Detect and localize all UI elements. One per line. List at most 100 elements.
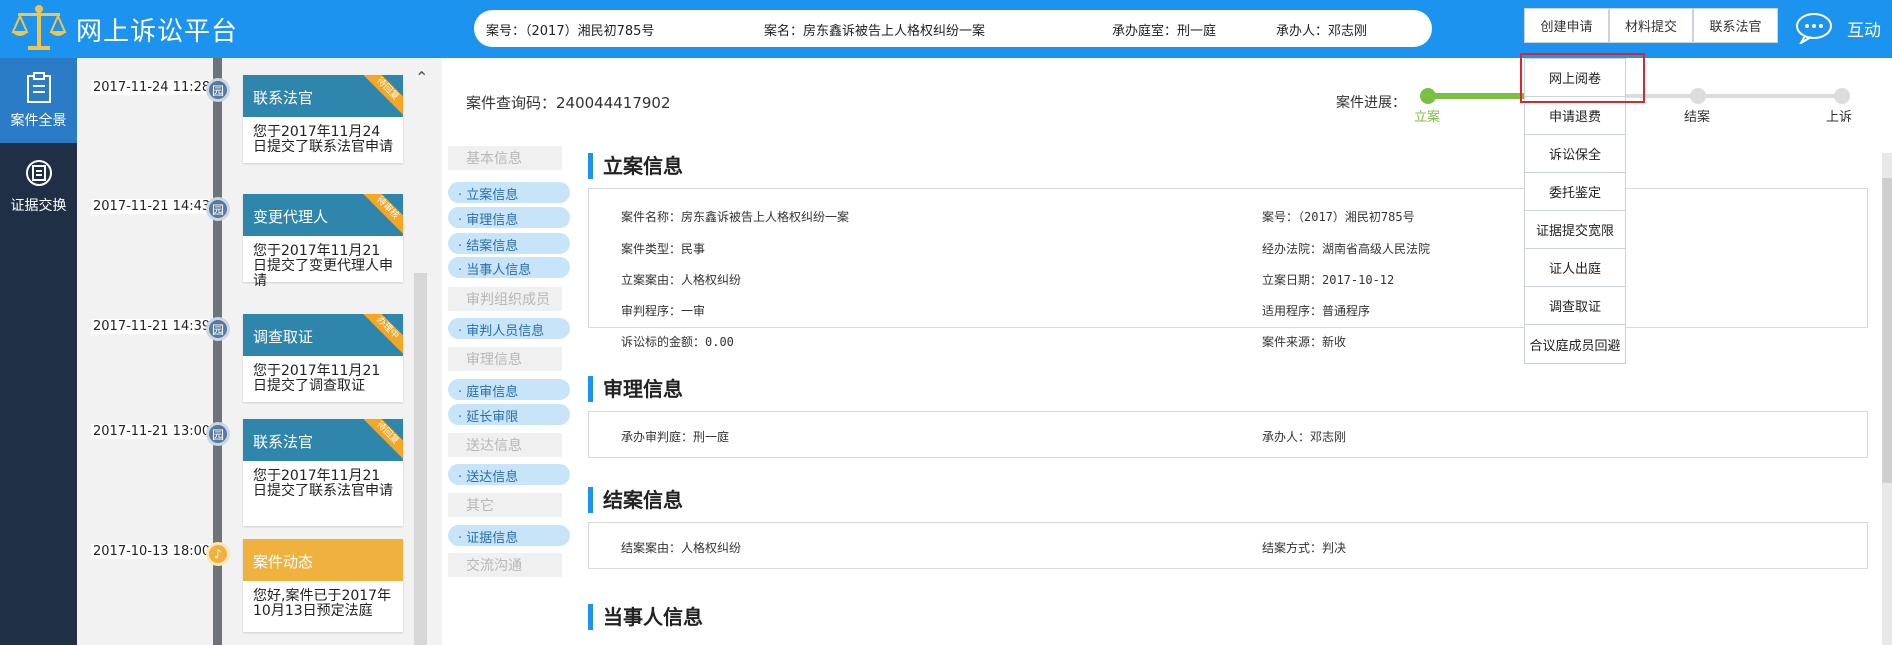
section-link-filing[interactable]: · 立案信息: [448, 182, 570, 203]
timeline-date: 2017-11-24 11:28: [91, 80, 213, 95]
section-title-trial: 审理信息: [588, 376, 683, 402]
status-badge: 待审核: [359, 194, 403, 236]
case-query-code: 案件查询码：240044417902: [466, 94, 671, 112]
timeline-date: 2017-11-21 13:00: [91, 424, 213, 439]
field-trial-handler: 承办人：邓志刚: [1262, 430, 1347, 444]
field-closing-method: 结案方式：判决: [1262, 541, 1347, 555]
timeline-event-card[interactable]: 调查取证 办理中 您于2017年11月21日提交了调查取证: [243, 314, 403, 402]
nav-case-overview[interactable]: 案件全景: [0, 58, 77, 143]
menu-item-entrusted-appraisal[interactable]: 委托鉴定: [1525, 173, 1625, 211]
field-closing-cause: 结案案由：人格权纠纷: [621, 541, 742, 555]
timeline-event-title: 联系法官: [253, 89, 314, 107]
contact-judge-button[interactable]: 联系法官: [1693, 8, 1778, 43]
case-info-bar: 案号：（2017）湘民初785号 案名：房东鑫诉被告上人格权纠纷一案 承办庭室：…: [474, 10, 1432, 47]
section-link-court-hearing[interactable]: · 庭审信息: [448, 379, 570, 400]
clipboard-icon: [26, 71, 51, 103]
progress-step-label: 上诉: [1826, 110, 1853, 125]
section-link-judge-info[interactable]: · 审判人员信息: [448, 318, 570, 339]
interaction-label: 互动: [1847, 20, 1881, 41]
menu-item-evidence-extension[interactable]: 证据提交宽限: [1525, 211, 1625, 249]
case-name: 案名：房东鑫诉被告上人格权纠纷一案: [764, 24, 986, 39]
top-header: 网上诉讼平台 案号：（2017）湘民初785号 案名：房东鑫诉被告上人格权纠纷一…: [0, 0, 1892, 58]
speaker-icon: ♪: [206, 542, 230, 566]
timeline-event-title: 变更代理人: [253, 208, 329, 226]
case-timeline: ⌃ 2017-11-24 11:28 园 联系法官 待回复 您于2017年11月…: [77, 58, 442, 645]
field-trial-procedure: 审判程序：一审: [621, 304, 706, 318]
timeline-node-icon: 园: [206, 197, 230, 221]
create-application-menu: 网上阅卷 申请退费 诉讼保全 委托鉴定 证据提交宽限 证人出庭 调查取证 合议庭…: [1524, 58, 1626, 364]
timeline-event-header: 联系法官 待回复: [243, 75, 403, 117]
timeline-event-title: 案件动态: [253, 553, 314, 571]
section-title-parties: 当事人信息: [588, 604, 703, 630]
status-badge: 待回复: [359, 419, 403, 461]
timeline-event-body: 您于2017年11月21日提交了变更代理人申请: [253, 243, 393, 289]
nav-evidence-exchange-label: 证据交换: [10, 197, 67, 214]
create-application-button[interactable]: 创建申请: [1524, 8, 1609, 43]
section-navigation: 基本信息 · 立案信息 · 审理信息 · 结案信息 · 当事人信息 审判组织成员…: [442, 143, 572, 645]
exchange-icon: [25, 159, 52, 186]
progress-step-label: 结案: [1684, 110, 1711, 125]
timeline-event-card[interactable]: 联系法官 待回复 您于2017年11月24日提交了联系法官申请: [243, 75, 403, 163]
progress-step-label: 立案: [1414, 110, 1441, 125]
field-trial-court-room: 承办审判庭：刑一庭: [621, 430, 730, 444]
timeline-event-body: 您于2017年11月21日提交了调查取证: [253, 363, 381, 394]
timeline-date: 2017-11-21 14:39: [91, 319, 213, 334]
timeline-event-body: 您于2017年11月21日提交了联系法官申请: [253, 468, 393, 499]
status-badge: 办理中: [359, 314, 403, 356]
timeline-event-header: 调查取证 办理中: [243, 314, 403, 356]
field-court: 经办法院：湖南省高级人民法院: [1262, 242, 1431, 256]
progress-step-dot: [1834, 88, 1850, 104]
timeline-event-card[interactable]: 案件动态 您好,案件已于2017年10月13日预定法庭: [243, 539, 403, 632]
section-group-service: 送达信息: [448, 433, 562, 457]
menu-item-panel-recusal[interactable]: 合议庭成员回避: [1525, 325, 1625, 363]
trial-info-box: 承办审判庭：刑一庭 承办人：邓志刚: [588, 411, 1868, 458]
timeline-event-header: 案件动态: [243, 539, 403, 581]
section-link-trial[interactable]: · 审理信息: [448, 207, 570, 228]
timeline-date: 2017-10-13 18:00: [91, 544, 213, 559]
field-case-number: 案号：（2017）湘民初785号: [1262, 210, 1415, 224]
field-case-type: 案件类型：民事: [621, 242, 706, 256]
section-link-closing[interactable]: · 结案信息: [448, 233, 570, 254]
section-link-extension[interactable]: · 延长审限: [448, 404, 570, 425]
timeline-event-body: 您于2017年11月24日提交了联系法官申请: [253, 124, 393, 155]
scroll-up-icon[interactable]: ⌃: [415, 68, 428, 87]
timeline-event-header: 联系法官 待回复: [243, 419, 403, 461]
filing-info-box: 案件名称：房东鑫诉被告上人格权纠纷一案 案号：（2017）湘民初785号 案件类…: [588, 188, 1868, 328]
progress-step-dot: [1420, 88, 1436, 104]
timeline-node-icon: 园: [206, 422, 230, 446]
section-group-hearing: 审理信息: [448, 347, 562, 371]
status-badge: 待回复: [359, 75, 403, 117]
field-applicable-procedure: 适用程序：普通程序: [1262, 304, 1371, 318]
section-link-evidence[interactable]: · 证据信息: [448, 525, 570, 546]
field-case-source: 案件来源：新收: [1262, 335, 1347, 349]
timeline-date: 2017-11-21 14:43: [91, 199, 213, 214]
timeline-event-title: 联系法官: [253, 433, 314, 451]
field-filing-cause: 立案案由：人格权纠纷: [621, 273, 742, 287]
field-claim-amount: 诉讼标的金额：0.00: [621, 335, 734, 349]
menu-item-witness-appearance[interactable]: 证人出庭: [1525, 249, 1625, 287]
nav-case-overview-label: 案件全景: [10, 112, 67, 129]
menu-item-investigation[interactable]: 调查取证: [1525, 287, 1625, 325]
timeline-scrollbar[interactable]: [414, 273, 427, 645]
app-title: 网上诉讼平台: [76, 16, 239, 47]
timeline-event-card[interactable]: 变更代理人 待审核 您于2017年11月21日提交了变更代理人申请: [243, 194, 403, 289]
section-link-service[interactable]: · 送达信息: [448, 464, 570, 485]
app-logo: 网上诉讼平台: [10, 4, 238, 54]
submit-materials-button[interactable]: 材料提交: [1609, 8, 1693, 43]
scales-of-justice-icon: [11, 5, 67, 50]
nav-evidence-exchange[interactable]: 证据交换: [0, 143, 77, 228]
chat-bubble-icon: [1796, 13, 1832, 44]
main-scrollbar-thumb[interactable]: [1882, 178, 1892, 483]
section-link-parties[interactable]: · 当事人信息: [448, 257, 570, 278]
menu-item-litigation-preservation[interactable]: 诉讼保全: [1525, 135, 1625, 173]
interaction-button[interactable]: 互动: [1795, 12, 1881, 44]
timeline-event-body: 您好,案件已于2017年10月13日预定法庭: [253, 588, 392, 619]
progress-step-dot: [1690, 88, 1706, 104]
section-group-basic: 基本信息: [448, 146, 562, 170]
court-room: 承办庭室：刑一庭: [1112, 24, 1217, 39]
highlight-box: [1520, 53, 1645, 103]
section-group-communication: 交流沟通: [448, 553, 562, 577]
timeline-event-card[interactable]: 联系法官 待回复 您于2017年11月21日提交了联系法官申请: [243, 419, 403, 526]
timeline-node-icon: 园: [206, 78, 230, 102]
section-group-judges: 审判组织成员: [448, 287, 562, 311]
